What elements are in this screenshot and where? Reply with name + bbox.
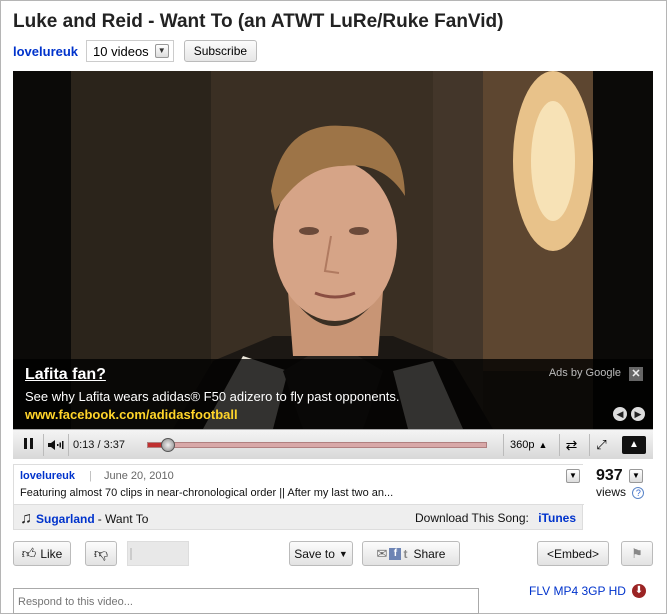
download-formats-link[interactable]: FLV MP4 3GP HD (529, 584, 626, 598)
page-frame: Luke and Reid - Want To (an ATWT LuRe/Ru… (0, 0, 667, 614)
chevron-down-icon: ▼ (338, 548, 348, 559)
rating-bar (127, 541, 189, 566)
progress-bar[interactable] (147, 438, 487, 452)
video-player[interactable]: Lafita fan? See why Lafita wears adidas®… (13, 71, 653, 459)
itunes-link[interactable]: iTunes (538, 511, 576, 525)
quality-label: 360p (510, 439, 535, 451)
embed-button[interactable]: <Embed> (537, 541, 609, 566)
mail-icon: ✉ (376, 545, 388, 561)
expand-player-button[interactable]: ▲ (621, 434, 647, 456)
views-label-row: views ? (596, 485, 654, 499)
download-song-label: Download This Song: (415, 511, 529, 525)
expand-icon: ▲ (622, 436, 646, 454)
twitter-icon: t (403, 546, 408, 561)
chevron-down-icon: ▼ (154, 44, 169, 58)
description-user-link[interactable]: lovelureuk (20, 470, 75, 482)
volume-icon (48, 440, 64, 450)
description-text: Featuring almost 70 clips in near-chrono… (20, 487, 394, 499)
flag-icon: ⚑ (631, 545, 643, 561)
share-button[interactable]: ✉ f t Share (362, 541, 460, 566)
dislike-button[interactable]: 👎︎ (85, 541, 117, 566)
comment-input[interactable] (14, 589, 478, 613)
thumbs-down-icon: 👎︎ (93, 545, 109, 561)
description-top: lovelureuk | June 20, 2010 Featuring alm… (14, 465, 584, 505)
save-to-button[interactable]: Save to ▼ (289, 541, 353, 566)
formats-row: FLV MP4 3GP HD ⬇ (529, 584, 646, 598)
pause-icon (22, 436, 34, 454)
thumbs-up-icon: 👍︎ (21, 545, 37, 561)
download-icon[interactable]: ⬇ (631, 584, 646, 598)
views-count: 937 (596, 467, 623, 484)
pause-button[interactable] (17, 434, 39, 456)
ad-prev-icon[interactable]: ◀ (613, 407, 627, 421)
ad-next-icon[interactable]: ▶ (631, 407, 645, 421)
facebook-icon: f (389, 547, 402, 560)
ad-overlay[interactable]: Lafita fan? See why Lafita wears adidas®… (13, 359, 653, 429)
help-icon[interactable]: ? (632, 487, 645, 499)
music-note-icon: ♫ (20, 510, 32, 527)
time-display: 0:13 / 3:37 (73, 439, 125, 451)
comment-field[interactable] (13, 588, 479, 614)
chevron-down-icon[interactable]: ▼ (629, 469, 643, 483)
channel-videos-dropdown[interactable]: 10 videos ▼ (86, 40, 174, 62)
separator: | (89, 470, 92, 482)
progress-handle[interactable] (161, 438, 176, 452)
flag-button[interactable]: ⚑ (621, 541, 653, 566)
song-title: - Want To (97, 512, 149, 526)
artist-link[interactable]: Sugarland (36, 512, 95, 526)
music-row: ♫ Sugarland - Want To (20, 510, 148, 528)
chevron-down-icon[interactable]: ▼ (566, 469, 580, 483)
views-panel: 937 ▼ views ? (596, 467, 654, 499)
chevron-up-icon: ▲ (538, 440, 548, 450)
close-icon[interactable]: ✕ (629, 367, 643, 381)
save-to-label: Save to (294, 546, 335, 561)
fullscreen-icon: ⤢ (596, 437, 607, 452)
like-button[interactable]: 👍︎ Like (13, 541, 71, 566)
share-label: Share (413, 546, 446, 561)
channel-link[interactable]: lovelureuk (13, 44, 78, 59)
fullscreen-button[interactable]: ⤢ (589, 434, 613, 456)
player-controls: 0:13 / 3:37 360p ▲ ⇄ ⤢ ▲ (13, 429, 653, 459)
videos-count-label: 10 videos (93, 43, 149, 59)
like-label: Like (40, 546, 63, 561)
volume-button[interactable] (43, 434, 69, 456)
ad-title[interactable]: Lafita fan? (25, 366, 106, 384)
ad-url[interactable]: www.facebook.com/adidasfootball (25, 407, 238, 422)
subscribe-button[interactable]: Subscribe (183, 40, 258, 62)
ad-text: See why Lafita wears adidas® F50 adizero… (25, 389, 400, 404)
popout-button[interactable]: ⇄ (559, 434, 583, 456)
actions-bar: 👍︎ Like 👎︎ Save to ▼ ✉ f t Share <Embed>… (13, 541, 653, 567)
ads-by-google-label: Ads by Google (548, 367, 621, 379)
download-song-row: Download This Song: iTunes (415, 511, 576, 525)
quality-selector[interactable]: 360p ▲ (503, 434, 551, 456)
video-title: Luke and Reid - Want To (an ATWT LuRe/Ru… (13, 11, 504, 32)
popout-icon: ⇄ (565, 436, 578, 453)
channel-row: lovelureuk 10 videos ▼ Subscribe (13, 40, 258, 62)
description-panel: lovelureuk | June 20, 2010 Featuring alm… (13, 464, 584, 530)
upload-date: June 20, 2010 (104, 470, 174, 482)
views-label: views (596, 485, 627, 499)
